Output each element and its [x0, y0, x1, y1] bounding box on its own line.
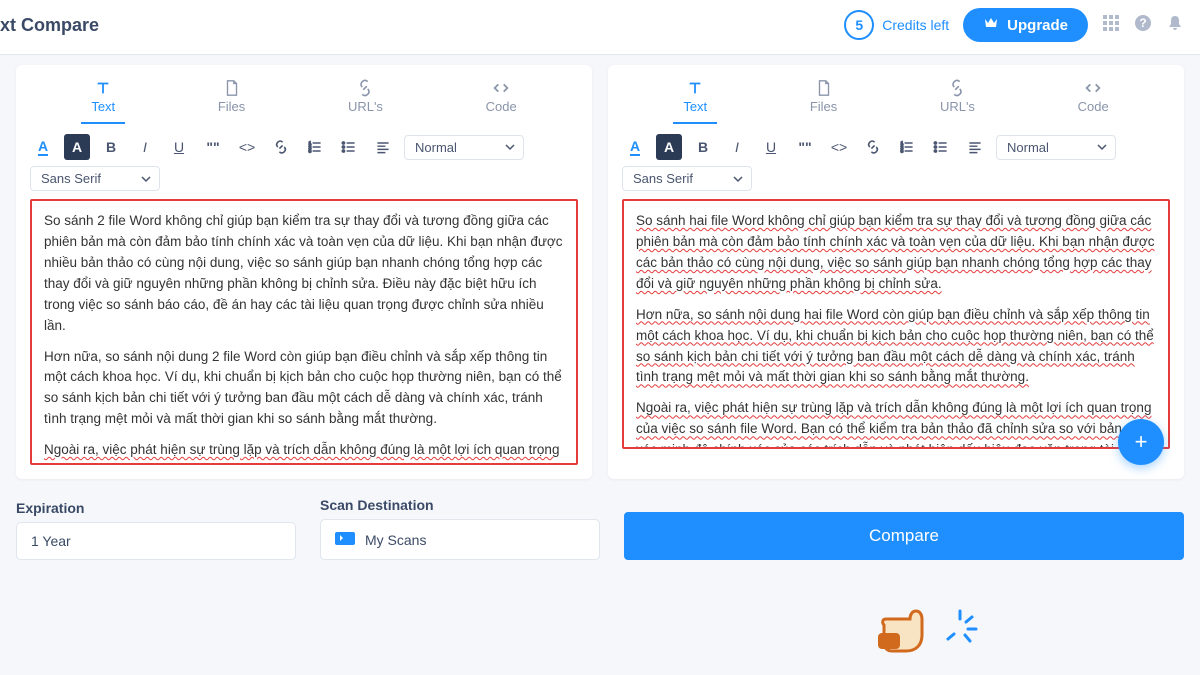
- upgrade-button[interactable]: Upgrade: [963, 8, 1088, 42]
- font-family-select[interactable]: Sans Serif: [622, 166, 752, 191]
- codeblock-icon[interactable]: <>: [826, 134, 852, 160]
- tab-text[interactable]: Text: [81, 75, 125, 124]
- left-panel: Text Files URL's Code A A B I U "" <>: [16, 65, 592, 479]
- right-toolbar: A A B I U "" <> 123 Normal: [608, 124, 1184, 166]
- crown-icon: [983, 16, 999, 34]
- credits-count: 5: [844, 10, 874, 40]
- font-family-select[interactable]: Sans Serif: [30, 166, 160, 191]
- background-color-icon[interactable]: A: [64, 134, 90, 160]
- svg-text:3: 3: [901, 149, 904, 155]
- credits-label: Credits left: [882, 17, 949, 33]
- right-tabs: Text Files URL's Code: [608, 65, 1184, 124]
- help-icon[interactable]: ?: [1134, 14, 1152, 37]
- editor-row: Text Files URL's Code A A B I U "" <>: [0, 55, 1200, 487]
- page-title: xt Compare: [0, 15, 99, 36]
- underline-icon[interactable]: U: [758, 134, 784, 160]
- right-text-editor[interactable]: So sánh hai file Word không chỉ giúp bạn…: [622, 199, 1170, 449]
- expiration-field: Expiration 1 Year: [16, 500, 296, 560]
- background-color-icon[interactable]: A: [656, 134, 682, 160]
- bold-icon[interactable]: B: [98, 134, 124, 160]
- align-icon[interactable]: [962, 134, 988, 160]
- left-paragraph: So sánh 2 file Word không chỉ giúp bạn k…: [44, 211, 564, 337]
- left-tabs: Text Files URL's Code: [16, 65, 592, 124]
- upgrade-label: Upgrade: [1007, 17, 1068, 34]
- bell-icon[interactable]: [1166, 14, 1184, 37]
- tab-files[interactable]: Files: [800, 75, 847, 124]
- header-actions: 5 Credits left Upgrade ?: [844, 8, 1184, 42]
- tab-code[interactable]: Code: [476, 75, 527, 124]
- quote-icon[interactable]: "": [792, 134, 818, 160]
- svg-text:?: ?: [1139, 16, 1146, 30]
- scan-destination-field: Scan Destination My Scans: [320, 497, 600, 560]
- footer-bar: Expiration 1 Year Scan Destination My Sc…: [0, 487, 1200, 560]
- add-panel-button[interactable]: +: [1118, 419, 1164, 465]
- right-paragraph: Ngoài ra, việc phát hiện sự trùng lặp và…: [636, 398, 1156, 449]
- header-bar: xt Compare 5 Credits left Upgrade ?: [0, 0, 1200, 55]
- scan-destination-select[interactable]: My Scans: [320, 519, 600, 560]
- ordered-list-icon[interactable]: 123: [302, 134, 328, 160]
- compare-button[interactable]: Compare: [624, 512, 1184, 560]
- tab-text[interactable]: Text: [673, 75, 717, 124]
- left-paragraph: Ngoài ra, việc phát hiện sự trùng lặp và…: [44, 440, 564, 465]
- heading-select[interactable]: Normal: [404, 135, 524, 160]
- plus-icon: +: [1135, 429, 1148, 455]
- unordered-list-icon[interactable]: [336, 134, 362, 160]
- pointing-hand-icon: [876, 605, 940, 657]
- expiration-label: Expiration: [16, 500, 296, 516]
- heading-select[interactable]: Normal: [996, 135, 1116, 160]
- ordered-list-icon[interactable]: 123: [894, 134, 920, 160]
- align-icon[interactable]: [370, 134, 396, 160]
- credits-indicator[interactable]: 5 Credits left: [844, 10, 949, 40]
- apps-grid-icon[interactable]: [1102, 14, 1120, 37]
- text-color-icon[interactable]: A: [622, 134, 648, 160]
- link-icon[interactable]: [268, 134, 294, 160]
- text-color-icon[interactable]: A: [30, 134, 56, 160]
- link-icon[interactable]: [860, 134, 886, 160]
- right-panel: Text Files URL's Code A A B I U "" <>: [608, 65, 1184, 479]
- right-paragraph: So sánh hai file Word không chỉ giúp bạn…: [636, 211, 1156, 295]
- codeblock-icon[interactable]: <>: [234, 134, 260, 160]
- tab-files[interactable]: Files: [208, 75, 255, 124]
- tab-urls[interactable]: URL's: [338, 75, 393, 124]
- expiration-select[interactable]: 1 Year: [16, 522, 296, 560]
- svg-text:3: 3: [309, 149, 312, 155]
- quote-icon[interactable]: "": [200, 134, 226, 160]
- unordered-list-icon[interactable]: [928, 134, 954, 160]
- folder-icon: [335, 530, 355, 549]
- left-text-editor[interactable]: So sánh 2 file Word không chỉ giúp bạn k…: [30, 199, 578, 465]
- click-burst-icon: [942, 609, 978, 645]
- scan-destination-label: Scan Destination: [320, 497, 600, 513]
- italic-icon[interactable]: I: [132, 134, 158, 160]
- underline-icon[interactable]: U: [166, 134, 192, 160]
- bold-icon[interactable]: B: [690, 134, 716, 160]
- right-paragraph: Hơn nữa, so sánh nội dung hai file Word …: [636, 305, 1156, 389]
- left-paragraph: Hơn nữa, so sánh nội dung 2 file Word cò…: [44, 347, 564, 431]
- tab-urls[interactable]: URL's: [930, 75, 985, 124]
- tab-code[interactable]: Code: [1068, 75, 1119, 124]
- left-toolbar: A A B I U "" <> 123 Normal: [16, 124, 592, 166]
- italic-icon[interactable]: I: [724, 134, 750, 160]
